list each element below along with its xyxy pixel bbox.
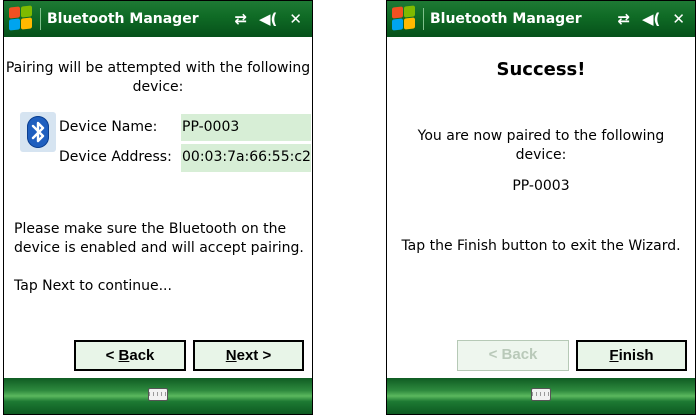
device-name-value: PP-0003 <box>181 114 311 141</box>
paired-device-name: PP-0003 <box>512 178 570 194</box>
finish-instruction: Tap the Finish button to exit the Wizard… <box>401 238 681 254</box>
windows-start-icon[interactable] <box>391 5 417 32</box>
title-bar: Bluetooth Manager ⇄ ◀( ✕ <box>387 1 695 37</box>
success-heading: Success! <box>496 59 586 80</box>
soft-key-bar <box>4 378 312 414</box>
pairing-instruction: Please make sure the Bluetooth on the de… <box>14 221 304 256</box>
title-separator <box>40 8 41 30</box>
title-separator <box>423 8 424 30</box>
close-icon[interactable]: ✕ <box>289 11 302 27</box>
device-address-value: 00:03:7a:66:55:c2 <box>181 144 311 172</box>
title-bar: Bluetooth Manager ⇄ ◀( ✕ <box>4 1 312 37</box>
pairing-screen: Bluetooth Manager ⇄ ◀( ✕ Pairing will be… <box>3 0 313 415</box>
back-button-disabled: < Back <box>457 340 569 371</box>
keyboard-icon[interactable] <box>148 388 168 401</box>
connectivity-icon[interactable]: ⇄ <box>617 11 630 27</box>
soft-key-bar <box>387 378 695 414</box>
device-name-label: Device Name: <box>59 119 158 135</box>
keyboard-icon[interactable] <box>531 388 551 401</box>
bluetooth-icon <box>20 112 56 152</box>
next-button[interactable]: Next > <box>193 340 304 371</box>
window-title: Bluetooth Manager <box>430 11 582 27</box>
finish-button[interactable]: Finish <box>576 340 687 371</box>
back-button[interactable]: < Back <box>74 340 186 371</box>
paired-message: You are now paired to the following devi… <box>417 128 665 163</box>
windows-start-icon[interactable] <box>8 5 34 32</box>
success-screen: Bluetooth Manager ⇄ ◀( ✕ Success! You ar… <box>386 0 696 415</box>
continue-hint: Tap Next to continue... <box>14 278 172 294</box>
pairing-intro: Pairing will be attempted with the follo… <box>5 60 311 95</box>
connectivity-icon[interactable]: ⇄ <box>234 11 247 27</box>
volume-icon[interactable]: ◀( <box>259 11 277 27</box>
volume-icon[interactable]: ◀( <box>642 11 660 27</box>
device-address-label: Device Address: <box>59 149 172 165</box>
window-title: Bluetooth Manager <box>47 11 199 27</box>
close-icon[interactable]: ✕ <box>672 11 685 27</box>
